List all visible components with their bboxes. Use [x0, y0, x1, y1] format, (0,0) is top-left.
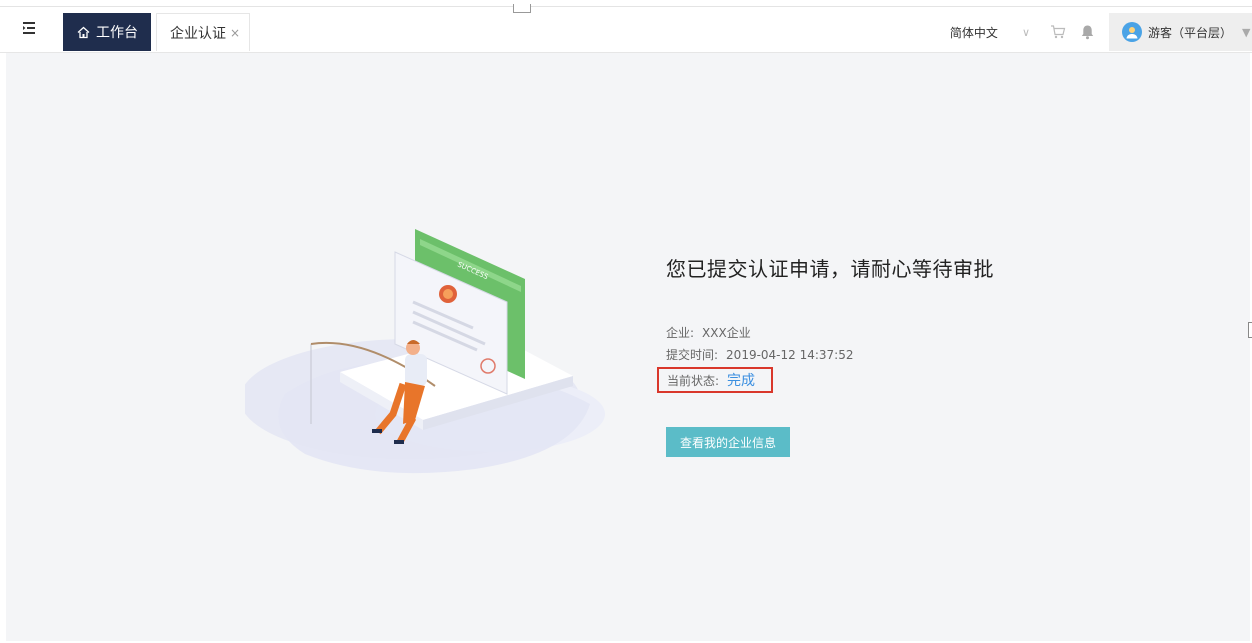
top-bar: 工作台 企业认证 × 简体中文 ∨ 游客（平台层） ▼ — [0, 0, 1252, 53]
user-name: 游客（平台层） — [1148, 25, 1233, 40]
status-value: 完成 — [727, 373, 756, 389]
status-row: 当前状态: 完成 — [657, 367, 773, 393]
collapse-handle[interactable] — [513, 4, 531, 13]
submit-time-label: 提交时间: — [666, 348, 719, 362]
menu-toggle-icon[interactable] — [20, 18, 44, 38]
submit-time-value: 2019-04-12 14:37:52 — [726, 348, 854, 362]
language-selector[interactable]: 简体中文 — [950, 24, 998, 41]
bell-icon[interactable] — [1080, 24, 1095, 40]
side-handle[interactable] — [1248, 322, 1252, 338]
tab-label: 工作台 — [96, 25, 138, 41]
tab-workbench[interactable]: 工作台 — [63, 13, 151, 51]
view-enterprise-info-button[interactable]: 查看我的企业信息 — [666, 427, 790, 457]
user-menu[interactable]: 游客（平台层） ▼ — [1109, 13, 1252, 51]
home-icon — [77, 26, 90, 39]
main-content — [6, 53, 1250, 641]
top-divider — [0, 6, 1252, 7]
chevron-down-icon[interactable]: ∨ — [1022, 26, 1030, 39]
success-illustration: SUCCESS — [240, 224, 625, 484]
enterprise-row: 企业: XXX企业 — [666, 324, 751, 341]
submit-time-row: 提交时间: 2019-04-12 14:37:52 — [666, 346, 854, 363]
page-title: 您已提交认证申请，请耐心等待审批 — [666, 257, 994, 281]
user-avatar-icon — [1122, 22, 1142, 42]
enterprise-label: 企业: — [666, 326, 695, 340]
tab-label: 企业认证 — [170, 25, 226, 42]
submission-info: 您已提交认证申请，请耐心等待审批 企业: XXX企业 提交时间: 2019-04-1… — [657, 253, 994, 457]
header-tools: 简体中文 ∨ 游客（平台层） ▼ — [950, 13, 1252, 51]
status-label: 当前状态: — [667, 373, 720, 388]
chevron-down-icon[interactable]: ▼ — [1242, 26, 1250, 39]
cart-icon[interactable] — [1050, 24, 1066, 40]
enterprise-value: XXX企业 — [702, 326, 751, 340]
tab-close-icon[interactable]: × — [230, 26, 240, 40]
tab-enterprise-certification[interactable]: 企业认证 × — [156, 13, 250, 51]
